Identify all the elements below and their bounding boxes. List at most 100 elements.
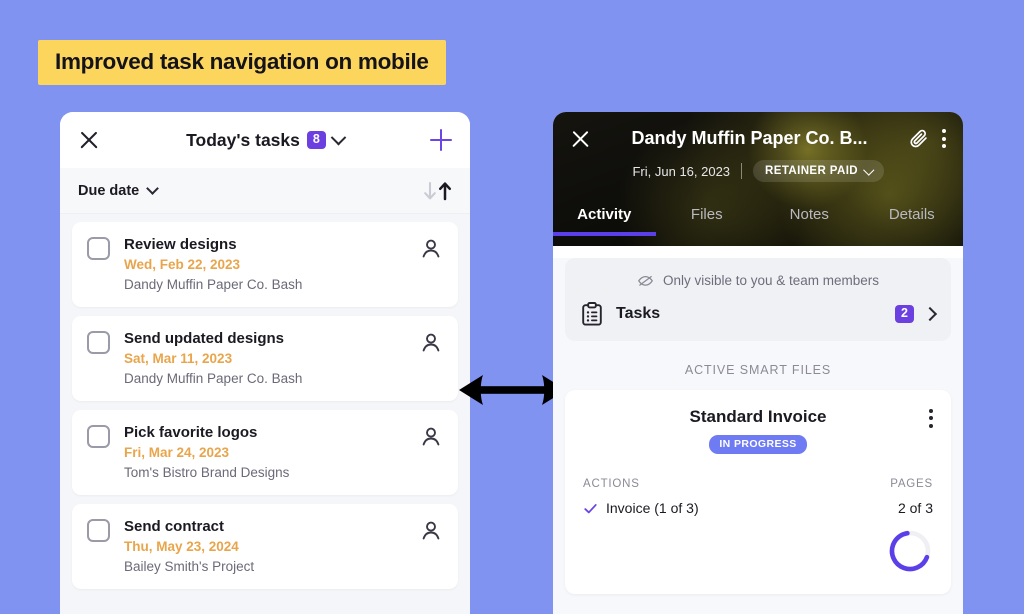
task-content: Send updated designs Sat, Mar 11, 2023 D… (124, 330, 419, 386)
actions-column: ACTIONS Invoice (1 of 3) (583, 478, 887, 574)
task-list[interactable]: Review designs Wed, Feb 22, 2023 Dandy M… (60, 214, 470, 614)
headline-banner: Improved task navigation on mobile (38, 40, 446, 85)
smart-file-card[interactable]: Standard Invoice IN PROGRESS ACTIONS Inv… (565, 390, 951, 594)
action-item[interactable]: Invoice (1 of 3) (583, 500, 887, 516)
tasks-entry-row[interactable]: Tasks 2 (581, 302, 938, 326)
tab-indicator (758, 232, 861, 236)
smart-file-title: Standard Invoice (689, 407, 827, 426)
clipboard-list-icon (582, 302, 602, 326)
status-badge[interactable]: RETAINER PAID (753, 160, 884, 182)
project-tabs: Activity Files Notes Details (553, 206, 963, 246)
progress-ring-wrap (887, 528, 933, 574)
action-label: Invoice (1 of 3) (606, 500, 699, 516)
arrow-down-icon[interactable] (423, 180, 437, 202)
internal-visibility-card: Only visible to you & team members Tasks… (565, 258, 951, 341)
tab-activity[interactable]: Activity (553, 206, 656, 246)
project-title: Dandy Muffin Paper Co. B... (631, 128, 868, 148)
eye-off-icon (637, 275, 653, 286)
progress-ring-icon (889, 530, 931, 572)
chevron-down-icon[interactable] (330, 129, 347, 145)
task-row[interactable]: Send contract Thu, May 23, 2024 Bailey S… (72, 504, 458, 589)
task-due-date: Thu, May 23, 2024 (124, 539, 239, 554)
tab-label: Notes (789, 206, 829, 223)
status-badge-label: RETAINER PAID (765, 165, 858, 177)
tab-indicator (861, 232, 964, 236)
assignee-avatar-icon[interactable] (419, 237, 443, 261)
task-project: Dandy Muffin Paper Co. Bash (124, 371, 303, 386)
task-due-date: Sat, Mar 11, 2023 (124, 351, 233, 366)
sort-field-label[interactable]: Due date (78, 183, 139, 199)
task-due-date: Fri, Mar 24, 2023 (124, 445, 230, 460)
close-icon[interactable] (78, 129, 100, 151)
check-icon (584, 503, 597, 513)
project-meta-row: Fri, Jun 16, 2023 RETAINER PAID (553, 160, 963, 182)
task-project: Dandy Muffin Paper Co. Bash (124, 277, 303, 292)
chevron-right-icon[interactable] (922, 306, 938, 322)
tab-label: Activity (577, 206, 632, 223)
smart-file-details: ACTIONS Invoice (1 of 3) PAGES 2 of 3 (583, 478, 933, 574)
smart-files-section-heading: ACTIVE SMART FILES (684, 363, 832, 377)
double-arrow-horizontal-icon (459, 375, 566, 405)
left-phone-mockup: Today's tasks 8 Due date Review designs … (60, 112, 470, 614)
task-content: Pick favorite logos Fri, Mar 24, 2023 To… (124, 424, 419, 480)
add-task-button[interactable] (430, 129, 452, 151)
project-date: Fri, Jun 16, 2023 (632, 163, 731, 179)
project-topbar: Dandy Muffin Paper Co. B... (553, 112, 963, 149)
assignee-avatar-icon[interactable] (419, 331, 443, 355)
more-vertical-icon[interactable] (942, 129, 946, 148)
task-checkbox[interactable] (87, 519, 110, 542)
task-project: Tom's Bistro Brand Designs (124, 465, 290, 480)
tasks-header: Today's tasks 8 (60, 112, 470, 168)
smart-file-status-wrap: IN PROGRESS (583, 434, 933, 454)
task-checkbox[interactable] (87, 331, 110, 354)
visibility-notice-text: Only visible to you & team members (662, 273, 880, 288)
task-row[interactable]: Review designs Wed, Feb 22, 2023 Dandy M… (72, 222, 458, 307)
assignee-avatar-icon[interactable] (419, 425, 443, 449)
sort-direction-toggle[interactable] (423, 180, 452, 202)
arrow-up-icon[interactable] (438, 180, 452, 202)
tab-notes[interactable]: Notes (758, 206, 861, 246)
tasks-title-group: Today's tasks 8 (60, 112, 470, 168)
tab-files[interactable]: Files (656, 206, 759, 246)
chevron-down-icon[interactable] (146, 182, 160, 195)
active-tab-indicator (553, 232, 656, 236)
more-vertical-icon[interactable] (929, 409, 933, 428)
headline-text: Improved task navigation on mobile (55, 49, 429, 74)
tab-indicator (656, 232, 759, 236)
task-content: Review designs Wed, Feb 22, 2023 Dandy M… (124, 236, 419, 292)
task-due-date: Wed, Feb 22, 2023 (124, 257, 241, 272)
assignee-avatar-icon[interactable] (419, 519, 443, 543)
task-title: Send updated designs (124, 330, 285, 347)
sort-bar: Due date (60, 168, 470, 214)
close-icon[interactable] (570, 128, 591, 149)
tasks-entry-meta: 2 (895, 304, 938, 324)
task-title: Pick favorite logos (124, 424, 258, 441)
task-content: Send contract Thu, May 23, 2024 Bailey S… (124, 518, 419, 574)
pages-heading: PAGES (890, 478, 933, 490)
page-title: Today's tasks (186, 129, 300, 150)
chevron-down-icon (863, 164, 875, 175)
tab-details[interactable]: Details (861, 206, 964, 246)
task-project: Bailey Smith's Project (124, 559, 255, 574)
project-header-actions (908, 128, 946, 149)
actions-heading: ACTIONS (583, 478, 640, 490)
pages-column: PAGES 2 of 3 (887, 478, 933, 574)
tab-label: Details (888, 206, 935, 223)
pages-value: 2 of 3 (897, 500, 933, 516)
paperclip-icon[interactable] (908, 128, 929, 149)
status-badge: IN PROGRESS (709, 435, 807, 454)
activity-body: Only visible to you & team members Tasks… (553, 258, 963, 614)
divider (741, 163, 743, 179)
task-row[interactable]: Pick favorite logos Fri, Mar 24, 2023 To… (72, 410, 458, 495)
tasks-entry-label: Tasks (616, 305, 661, 322)
task-row[interactable]: Send updated designs Sat, Mar 11, 2023 D… (72, 316, 458, 401)
task-title: Review designs (124, 236, 237, 253)
connector-arrow (459, 372, 566, 408)
tasks-count-badge: 2 (895, 304, 914, 324)
task-title: Send contract (124, 518, 225, 535)
tasks-count-badge: 8 (306, 130, 326, 150)
task-checkbox[interactable] (87, 237, 110, 260)
project-header: Dandy Muffin Paper Co. B... Fri, Jun 16,… (553, 112, 963, 246)
visibility-notice: Only visible to you & team members (581, 272, 935, 289)
task-checkbox[interactable] (87, 425, 110, 448)
